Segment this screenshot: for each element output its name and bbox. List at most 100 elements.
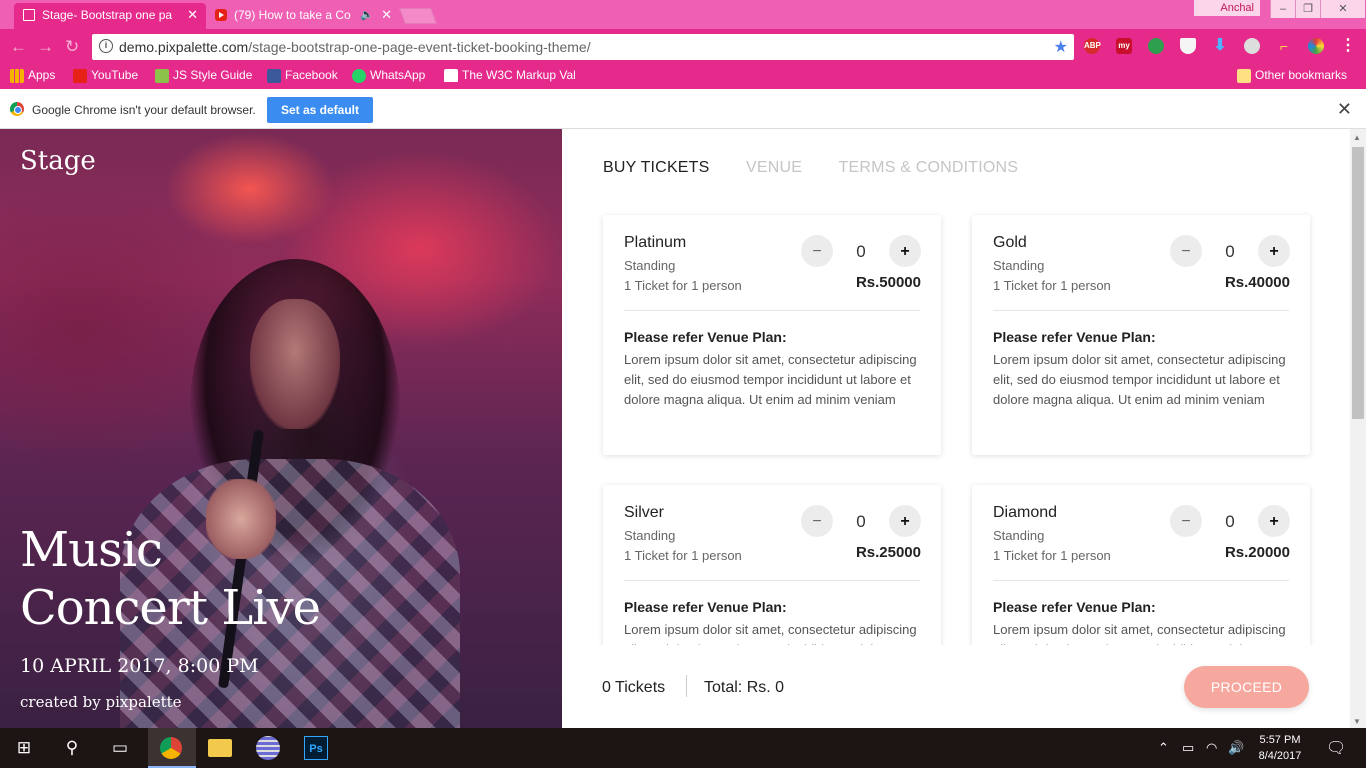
app-icon [256,736,280,760]
bookmark-apps[interactable]: Apps [10,68,55,83]
tab-close-icon[interactable]: ✕ [187,3,198,27]
tray-chevron-icon[interactable]: ⌃ [1158,740,1169,756]
taskbar-chrome[interactable] [148,728,196,768]
youtube-icon [73,69,87,83]
quantity-stepper: − 0 + [1170,235,1290,267]
ticket-price: Rs.20000 [1224,544,1290,561]
quantity-stepper: − 0 + [801,505,921,537]
page-icon [23,9,35,21]
ticket-card-platinum: Platinum Standing 1 Ticket for 1 person … [603,215,941,455]
adblock-icon[interactable]: ABP [1084,38,1101,54]
increase-button[interactable]: + [1258,505,1290,537]
order-total: Total: Rs. 0 [704,679,785,696]
windows-start-icon[interactable]: ⊞ [12,736,36,760]
tab-terms-conditions[interactable]: TERMS & CONDITIONS [839,159,1019,177]
profile-button[interactable]: Anchal [1194,0,1260,16]
set-as-default-button[interactable]: Set as default [267,97,373,123]
venue-plan-heading: Please refer Venue Plan: [624,329,787,345]
url-path: /stage-bootstrap-one-page-event-ticket-b… [248,39,591,55]
tab-close-icon[interactable]: ✕ [381,3,392,27]
decrease-button[interactable]: − [801,505,833,537]
download-extension-icon[interactable]: ⬇ [1212,38,1228,54]
color-extension-icon[interactable] [1308,38,1324,54]
ticket-per: 1 Ticket for 1 person [993,278,1111,293]
speaker-icon[interactable]: 🔈 [360,3,374,27]
pin-extension-icon[interactable]: ⌐ [1276,38,1292,54]
other-bookmarks[interactable]: Other bookmarks [1237,68,1348,83]
quantity-value: 0 [856,242,866,261]
scroll-up-icon[interactable]: ▲ [1353,133,1361,142]
quantity-stepper: − 0 + [1170,505,1290,537]
bookmark-label: JS Style Guide [173,68,253,82]
forward-icon[interactable]: → [37,37,54,57]
decrease-button[interactable]: − [1170,235,1202,267]
divider [993,580,1289,581]
search-icon[interactable]: ⚲ [60,736,84,760]
decrease-button[interactable]: − [801,235,833,267]
info-icon[interactable]: i [99,39,113,53]
increase-button[interactable]: + [1258,235,1290,267]
address-bar[interactable]: i demo.pixpalette.com/stage-bootstrap-on… [92,34,1074,60]
venue-plan-heading: Please refer Venue Plan: [993,329,1156,345]
menu-icon[interactable]: ⋮ [1340,38,1356,54]
site-logo[interactable]: Stage [20,146,96,176]
shield-extension-icon[interactable] [1180,38,1196,54]
back-icon[interactable]: ← [10,37,27,57]
divider [624,310,920,311]
restore-button[interactable]: ❐ [1295,0,1320,18]
taskbar-clock[interactable]: 5:57 PM 8/4/2017 [1250,732,1310,764]
taskbar-photoshop[interactable]: Ps [292,728,340,768]
folder-icon [208,739,232,757]
notifications-icon[interactable]: 🗨 [1326,738,1346,758]
task-view-icon[interactable]: ▭ [108,736,132,760]
bookmarks-bar: Apps YouTube JS Style Guide Facebook Wha… [0,64,1366,89]
bookmark-label: Other bookmarks [1255,68,1348,82]
increase-button[interactable]: + [889,235,921,267]
globe-extension-icon[interactable] [1244,38,1260,54]
taskbar-app[interactable] [244,728,292,768]
bookmark-whatsapp[interactable]: WhatsApp [352,68,425,83]
event-title: Music Concert Live [20,521,321,637]
green-extension-icon[interactable] [1148,38,1164,54]
window-close-button[interactable]: ✕ [1320,0,1365,18]
w3c-icon [444,69,458,82]
bookmark-w3c[interactable]: The W3C Markup Val [444,68,579,82]
facebook-icon [267,69,281,83]
reload-icon[interactable]: ↻ [65,37,79,57]
quantity-value: 0 [1225,512,1235,531]
bookmark-js-style-guide[interactable]: JS Style Guide [155,68,253,83]
tab-stage[interactable]: Stage- Bootstrap one pa ✕ [14,3,206,29]
page-scrollbar[interactable]: ▲ ▼ [1350,129,1366,728]
ticket-name: Silver [624,504,665,521]
increase-button[interactable]: + [889,505,921,537]
ticket-price: Rs.25000 [855,544,921,561]
apps-icon [10,69,24,83]
ticket-list[interactable]: Platinum Standing 1 Ticket for 1 person … [562,199,1350,645]
profile-name: Anchal [1220,2,1254,14]
event-title-line1: Music [20,522,163,578]
bookmark-facebook[interactable]: Facebook [267,68,338,83]
my-extension-icon[interactable]: my [1116,38,1132,54]
infobar-close-icon[interactable]: ✕ [1337,99,1352,120]
wifi-icon[interactable]: ◠ [1206,740,1217,756]
taskbar-file-explorer[interactable] [196,728,244,768]
minimize-button[interactable]: – [1270,0,1295,18]
event-title-line2: Concert Live [20,580,321,636]
new-tab-button[interactable] [399,8,437,24]
proceed-button[interactable]: PROCEED [1184,666,1309,708]
chrome-icon [160,737,182,759]
scrollbar-thumb[interactable] [1352,147,1364,419]
tab-buy-tickets[interactable]: BUY TICKETS [603,159,710,177]
ticket-description: Lorem ipsum dolor sit amet, consectetur … [993,622,1286,645]
volume-icon[interactable]: 🔊 [1228,740,1244,756]
tab-venue[interactable]: VENUE [746,159,802,177]
js-guide-icon [155,69,169,83]
bookmark-star-icon[interactable]: ★ [1054,37,1068,57]
battery-icon[interactable]: ▭ [1182,740,1194,756]
scroll-down-icon[interactable]: ▼ [1353,717,1361,726]
ticket-description: Lorem ipsum dolor sit amet, consectetur … [993,352,1286,407]
bookmark-youtube[interactable]: YouTube [73,68,138,83]
decrease-button[interactable]: − [1170,505,1202,537]
tab-youtube[interactable]: (79) How to take a Co 🔈 ✕ [206,3,400,29]
tab-title: (79) How to take a Co [234,8,351,22]
